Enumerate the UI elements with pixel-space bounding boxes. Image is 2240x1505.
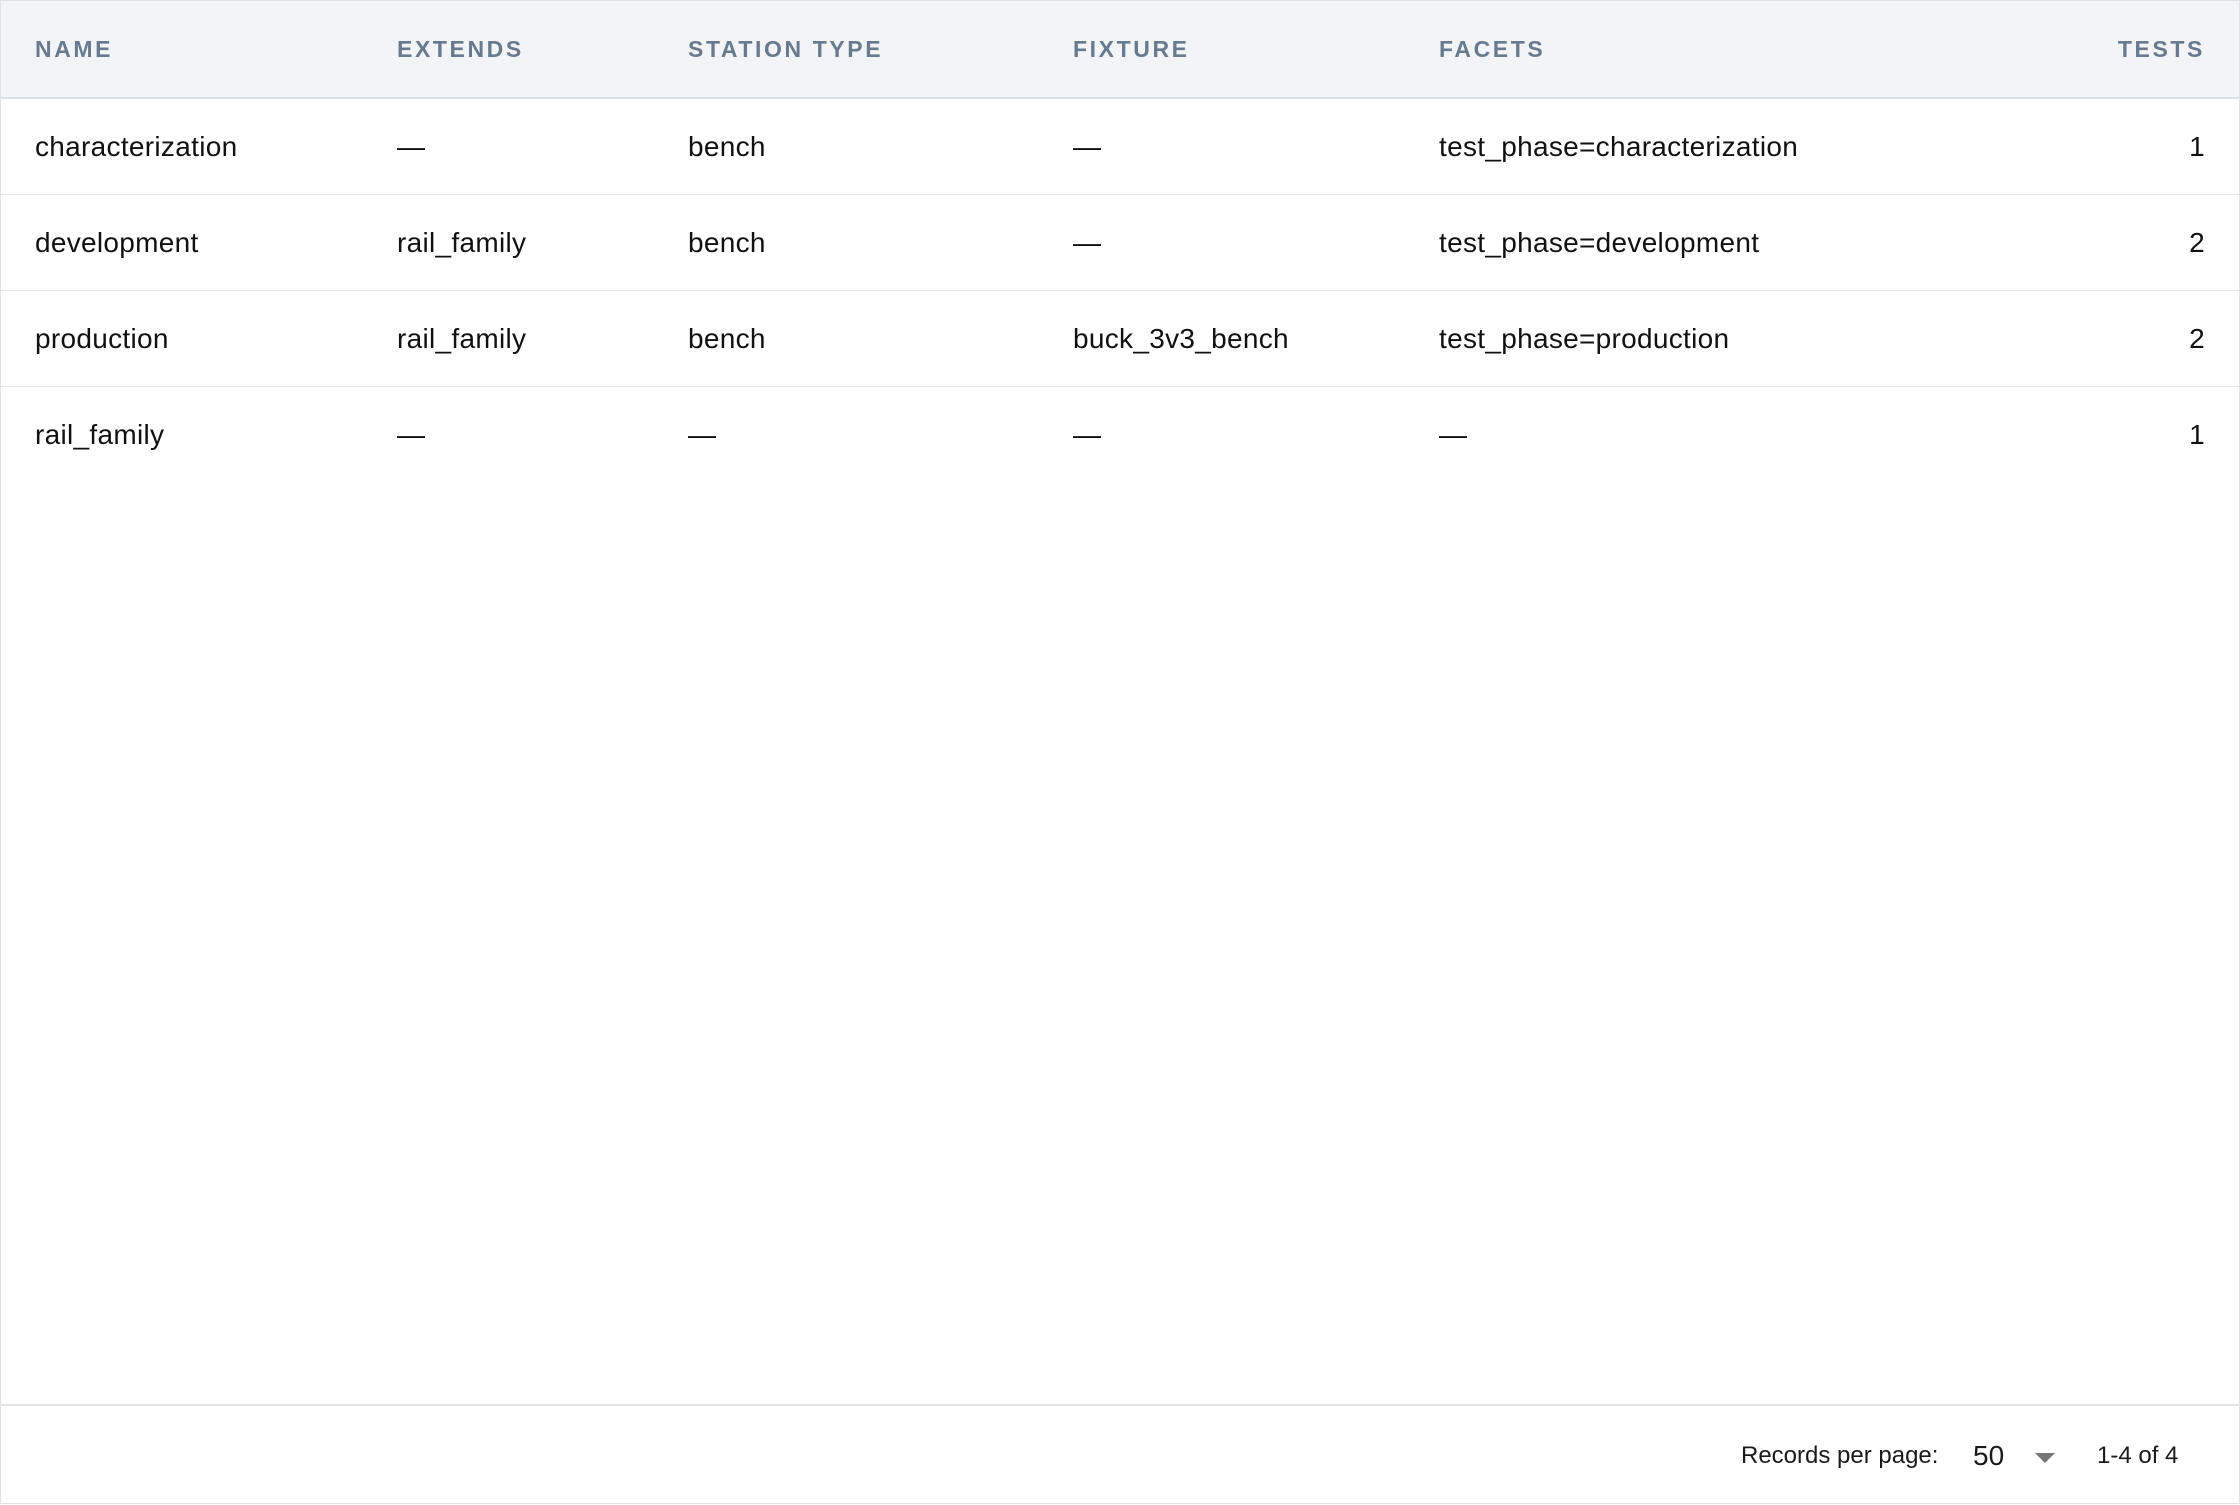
cell-tests: 1 xyxy=(2189,419,2205,450)
pagination-range: 1-4 of 4 xyxy=(2097,1442,2179,1469)
cell-name: characterization xyxy=(35,131,238,162)
cell-fixture: — xyxy=(1073,419,1102,450)
cell-tests: 1 xyxy=(2189,131,2205,162)
cell-name: rail_family xyxy=(35,419,165,450)
cell-fixture: buck_3v3_bench xyxy=(1073,323,1289,354)
cell-extends: — xyxy=(397,131,426,162)
cell-extends: rail_family xyxy=(397,227,527,258)
records-per-page-label: Records per page: xyxy=(1741,1442,1939,1469)
column-header-name[interactable]: NAME xyxy=(35,1,113,97)
column-header-facets[interactable]: FACETS xyxy=(1439,1,1545,97)
cell-name: development xyxy=(35,227,199,258)
cell-facets: — xyxy=(1439,419,1468,450)
cell-fixture: — xyxy=(1073,131,1102,162)
cell-station-type: bench xyxy=(688,131,766,162)
cell-tests: 2 xyxy=(2189,227,2205,258)
cell-name: production xyxy=(35,323,169,354)
cell-station-type: bench xyxy=(688,323,766,354)
caret-down-icon xyxy=(2035,1453,2055,1463)
cell-facets: test_phase=development xyxy=(1439,227,1760,258)
records-per-page-value: 50 xyxy=(1973,1440,2005,1471)
records-per-page-select[interactable]: 50 xyxy=(1967,1406,2057,1505)
cell-extends: rail_family xyxy=(397,323,527,354)
pagination-footer: Records per page: 50 1-4 of 4 xyxy=(1,1404,2239,1505)
stations-table: NAME EXTENDS STATION TYPE FIXTURE FACETS… xyxy=(1,1,2239,482)
column-header-station-type[interactable]: STATION TYPE xyxy=(688,1,883,97)
cell-extends: — xyxy=(397,419,426,450)
table-row[interactable]: rail_family — — — — 1 xyxy=(1,387,2239,482)
column-header-tests[interactable]: TESTS xyxy=(2118,1,2205,97)
table-header: NAME EXTENDS STATION TYPE FIXTURE FACETS… xyxy=(1,1,2239,99)
cell-tests: 2 xyxy=(2189,323,2205,354)
data-table-panel: NAME EXTENDS STATION TYPE FIXTURE FACETS… xyxy=(0,0,2240,1504)
table-row[interactable]: characterization — bench — test_phase=ch… xyxy=(1,99,2239,195)
cell-fixture: — xyxy=(1073,227,1102,258)
cell-station-type: — xyxy=(688,419,717,450)
cell-facets: test_phase=characterization xyxy=(1439,131,1799,162)
cell-facets: test_phase=production xyxy=(1439,323,1730,354)
column-header-extends[interactable]: EXTENDS xyxy=(397,1,524,97)
cell-station-type: bench xyxy=(688,227,766,258)
table-row[interactable]: development rail_family bench — test_pha… xyxy=(1,195,2239,291)
table-row[interactable]: production rail_family bench buck_3v3_be… xyxy=(1,291,2239,387)
column-header-fixture[interactable]: FIXTURE xyxy=(1073,1,1190,97)
